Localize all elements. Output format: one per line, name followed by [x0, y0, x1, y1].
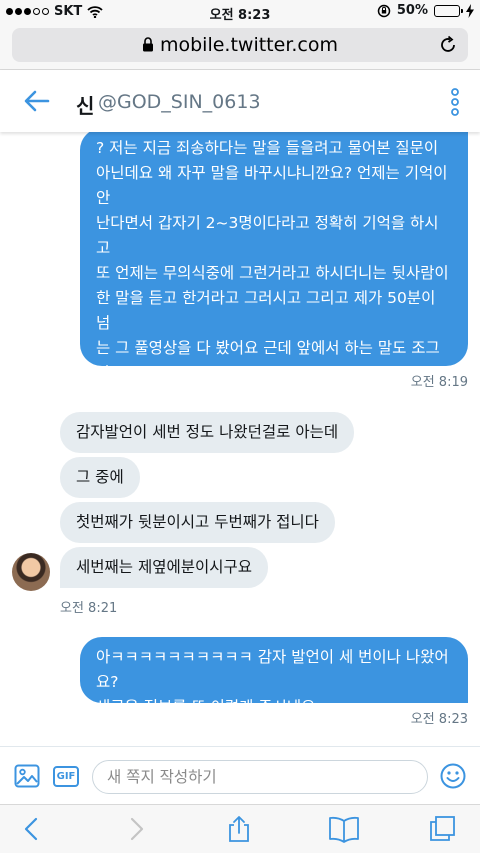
browser-toolbar: [0, 804, 480, 853]
battery-icon: [434, 4, 463, 17]
sender-avatar[interactable]: [12, 553, 50, 591]
message-timestamp: 오전 8:23: [410, 712, 468, 727]
message-line: 한 말을 듣고 한거라고 그러시고 그리고 제가 50분이 넘: [96, 289, 436, 332]
browser-address-area: mobile.twitter.com: [0, 24, 480, 70]
back-arrow-icon[interactable]: [24, 90, 50, 112]
message-line: 또 언제는 무의식중에 그런거라고 하시더니는 뒷사람이: [96, 264, 449, 282]
url-display[interactable]: mobile.twitter.com: [12, 34, 468, 56]
status-bar: SKT 오전 8:23 50%: [0, 0, 480, 24]
incoming-message[interactable]: 감자발언이 세번 정도 나왔던걸로 아는데: [60, 412, 355, 453]
incoming-message[interactable]: 첫번째가 뒷분이시고 두번째가 접니다: [60, 502, 335, 543]
bookmarks-icon[interactable]: [328, 815, 360, 843]
gif-icon[interactable]: GIF: [53, 766, 79, 787]
conversation-header: 신 @GOD_SIN_0613: [0, 70, 480, 132]
incoming-message[interactable]: 세번째는 제옆에분이시구요: [60, 547, 269, 588]
battery-percent: 50%: [396, 3, 428, 18]
message-list: ? 저는 지금 죄송하다는 말을 들을려고 물어본 질문이 아닌데요 왜 자꾸 …: [0, 132, 480, 746]
message-timestamp: 오전 8:21: [60, 601, 118, 616]
tabs-icon[interactable]: [428, 815, 456, 843]
incoming-message[interactable]: 그 중에: [60, 457, 140, 498]
charging-bolt-icon: [466, 3, 474, 18]
message-line: 아ㅋㅋㅋㅋㅋㅋㅋㅋㅋㅋ 감자 발언이 세 번이나 나왔어요?: [96, 648, 449, 691]
add-image-icon[interactable]: [14, 764, 40, 788]
message-line: ? 저는 지금 죄송하다는 말을 들을려고 물어본 질문이: [96, 139, 439, 157]
browser-forward-icon[interactable]: [122, 815, 150, 843]
outgoing-message[interactable]: ? 저는 지금 죄송하다는 말을 들을려고 물어본 질문이 아닌데요 왜 자꾸 …: [80, 132, 468, 557]
share-icon[interactable]: [225, 815, 253, 843]
browser-back-icon[interactable]: [18, 815, 46, 843]
message-input[interactable]: 새 쪽지 작성하기: [92, 760, 428, 794]
message-line: 아닌데요 왜 자꾸 말을 바꾸시냐니깐요? 언제는 기억이 안: [96, 164, 448, 207]
message-timestamp: 오전 8:19: [410, 375, 468, 390]
message-composer: GIF 새 쪽지 작성하기: [0, 746, 480, 804]
rotation-lock-icon: [377, 4, 391, 17]
address-bar[interactable]: mobile.twitter.com: [12, 28, 468, 62]
reload-icon[interactable]: [438, 35, 458, 55]
message-line: 난다면서 갑자기 2~3명이다라고 정확히 기억을 하시고: [96, 214, 439, 257]
emoji-icon[interactable]: [440, 763, 466, 789]
more-options-icon[interactable]: [450, 88, 460, 116]
outgoing-message[interactable]: 아ㅋㅋㅋㅋㅋㅋㅋㅋㅋㅋ 감자 발언이 세 번이나 나왔어요? 새로운 정보를 또…: [80, 637, 468, 716]
message-line: 는 그 풀영상을 다 봤어요 근데 앞에서 하는 말도 조그맣: [96, 339, 440, 382]
conversation-handle: @GOD_SIN_0613: [98, 91, 261, 113]
message-line: 새로운 정보를 또 이렇게 주시네요: [96, 698, 316, 716]
conversation-name: 신: [76, 94, 95, 118]
lock-icon: [142, 37, 153, 52]
status-right: 50%: [377, 3, 474, 18]
url-text: mobile.twitter.com: [159, 34, 339, 56]
